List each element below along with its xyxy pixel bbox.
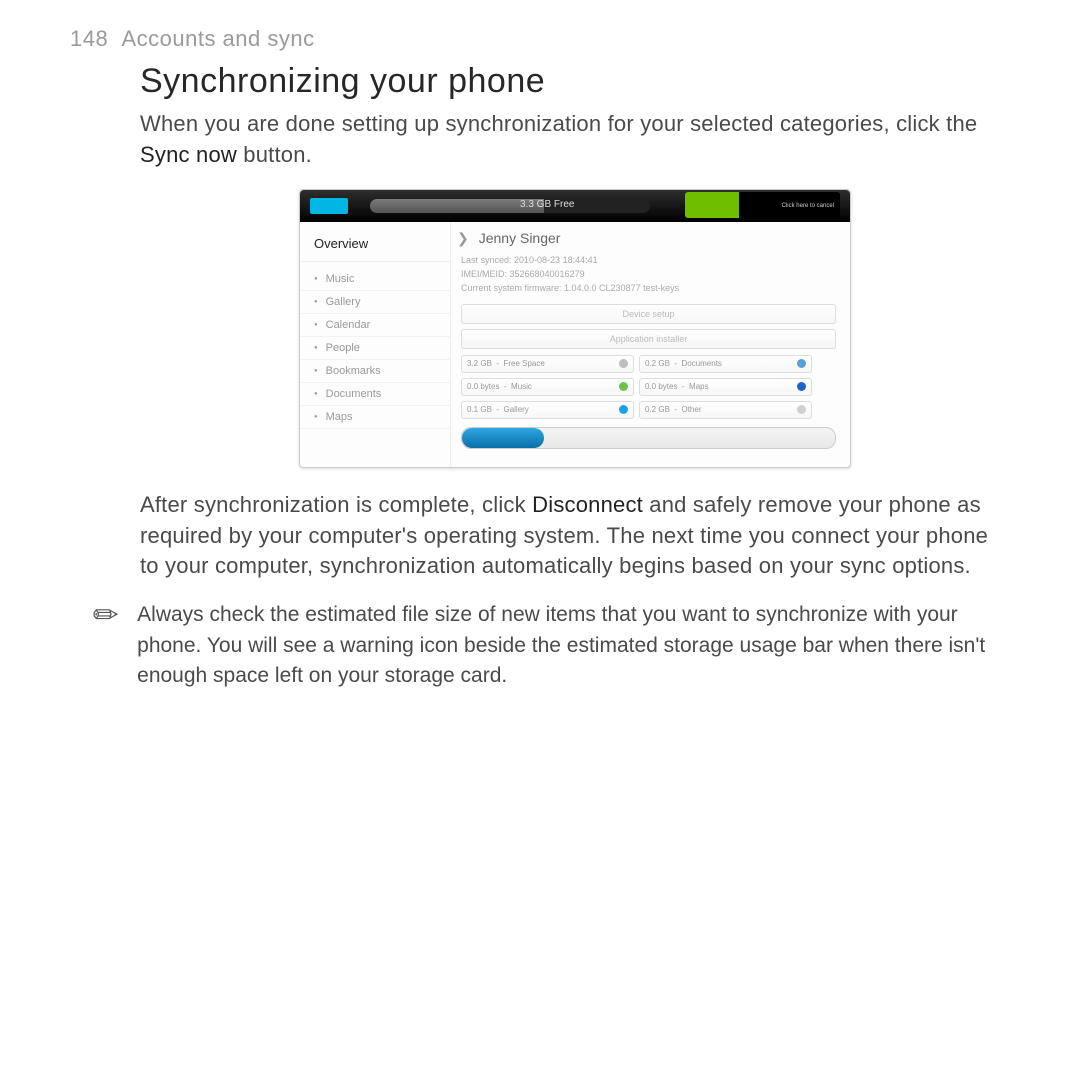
pencil-icon: ✎ [85, 594, 128, 637]
page-section: Accounts and sync [121, 26, 314, 51]
sidebar-item-music[interactable]: Music [300, 268, 450, 291]
dot-icon [797, 382, 806, 391]
sidebar-item-bookmarks[interactable]: Bookmarks [300, 360, 450, 383]
sidebar-item-people[interactable]: People [300, 337, 450, 360]
tile-documents: 0.2 GB - Documents [639, 355, 812, 373]
page-title: Synchronizing your phone [140, 62, 1010, 101]
sidebar-item-overview[interactable]: Overview [300, 232, 450, 262]
intro-strong: Sync now [140, 142, 237, 167]
sidebar: Overview Music Gallery Calendar People B… [300, 222, 450, 467]
dot-icon [797, 359, 806, 368]
sidebar-item-gallery[interactable]: Gallery [300, 291, 450, 314]
dot-icon [619, 405, 628, 414]
intro-pre: When you are done setting up synchroniza… [140, 111, 977, 136]
device-name: Jenny Singer [461, 230, 836, 247]
sidebar-item-calendar[interactable]: Calendar [300, 314, 450, 337]
application-installer-button[interactable]: Application installer [461, 329, 836, 349]
sync-status-title: Sync in progress [691, 192, 834, 204]
intro-post: button. [237, 142, 312, 167]
tile-free-space: 3.2 GB - Free Space [461, 355, 634, 373]
tile-other: 0.2 GB - Other [639, 401, 812, 419]
dot-icon [797, 405, 806, 414]
tile-music: 0.0 bytes - Music [461, 378, 634, 396]
storage-bar [370, 199, 650, 213]
after-strong: Disconnect [532, 492, 643, 517]
meta-imei: IMEI/MEID: 352668040016279 [461, 267, 836, 281]
app-titlebar: 3.3 GB Free Sync in progress Click here … [300, 190, 850, 222]
device-meta: Last synced: 2010-08-23 18:44:41 IMEI/ME… [461, 253, 836, 296]
main-panel: Jenny Singer Last synced: 2010-08-23 18:… [450, 222, 850, 467]
page-number: 148 [70, 26, 108, 51]
meta-last-synced: Last synced: 2010-08-23 18:44:41 [461, 253, 836, 267]
sidebar-item-documents[interactable]: Documents [300, 383, 450, 406]
sync-app-screenshot: 3.3 GB Free Sync in progress Click here … [299, 189, 851, 468]
after-paragraph: After synchronization is complete, click… [140, 490, 1010, 582]
after-pre: After synchronization is complete, click [140, 492, 532, 517]
sidebar-item-maps[interactable]: Maps [300, 406, 450, 429]
sync-status-button[interactable]: Sync in progress Click here to cancel [685, 192, 840, 218]
dot-icon [619, 359, 628, 368]
device-setup-button[interactable]: Device setup [461, 304, 836, 324]
note-text: Always check the estimated file size of … [137, 600, 1010, 691]
tile-gallery: 0.1 GB - Gallery [461, 401, 634, 419]
storage-tiles: 3.2 GB - Free Space 0.2 GB - Documents 0… [461, 355, 836, 419]
intro-paragraph: When you are done setting up synchroniza… [140, 109, 1010, 171]
page-header: 148 Accounts and sync [70, 26, 1010, 52]
storage-free-label: 3.3 GB Free [520, 199, 574, 210]
brand-logo [310, 198, 348, 214]
tile-maps: 0.0 bytes - Maps [639, 378, 812, 396]
meta-firmware: Current system firmware: 1.04.0.0 CL2308… [461, 281, 836, 295]
dot-icon [619, 382, 628, 391]
sync-progress-bar [461, 427, 836, 449]
